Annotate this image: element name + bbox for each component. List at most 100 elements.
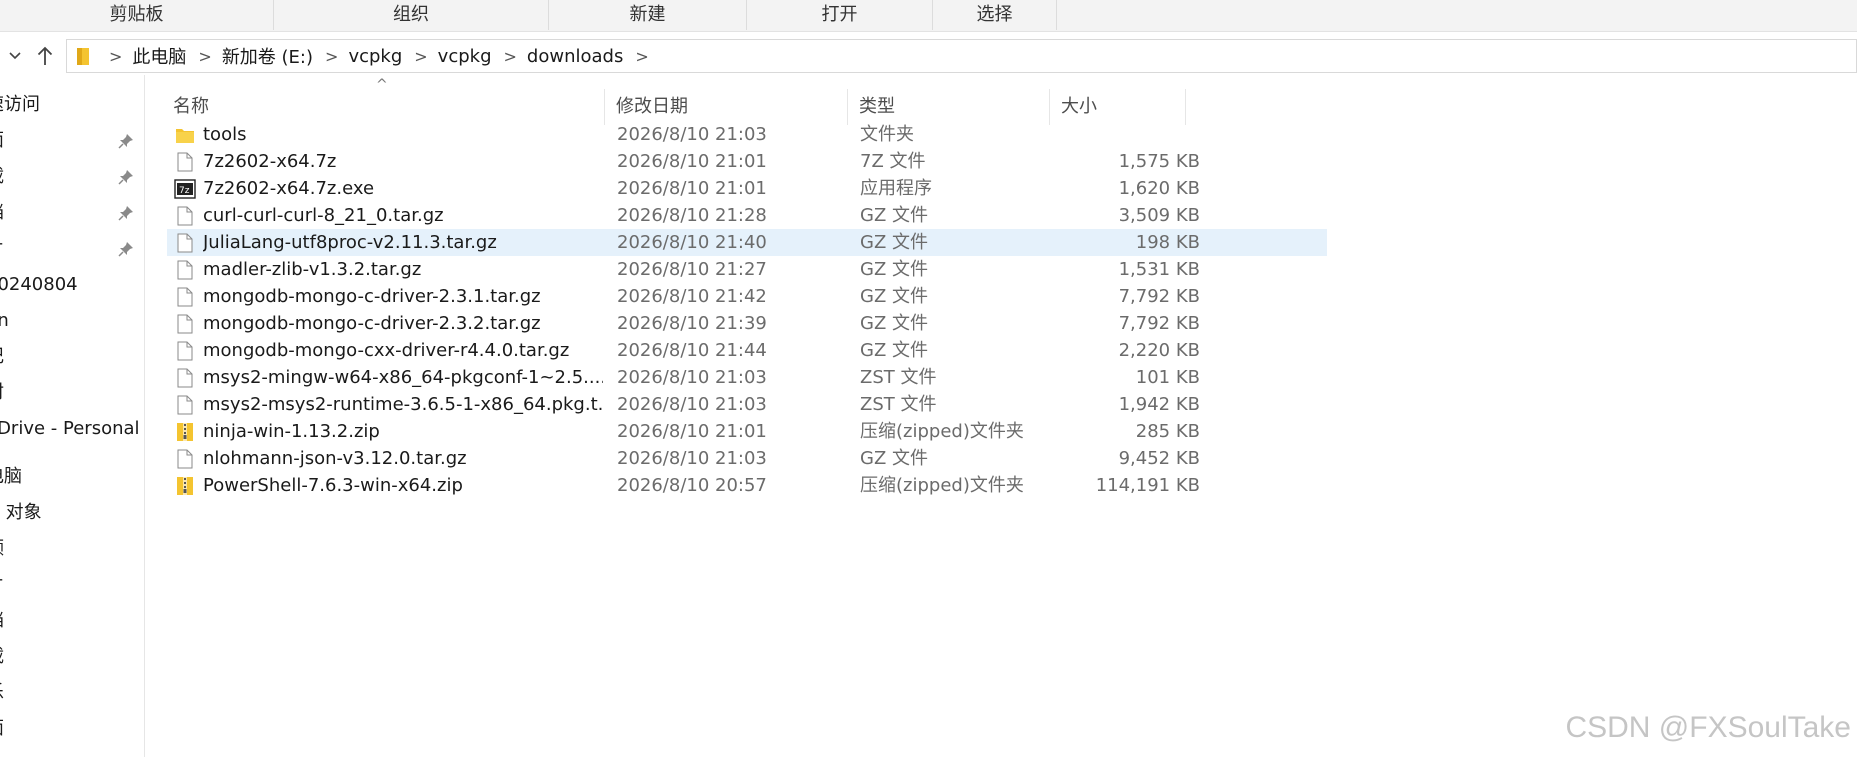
file-modified-date: 2026/8/10 21:01 bbox=[617, 421, 767, 442]
file-modified-date: 2026/8/10 21:03 bbox=[617, 394, 767, 415]
sidebar-item-label: 材 bbox=[0, 376, 4, 410]
file-name: nlohmann-json-v3.12.0.tar.gz bbox=[203, 448, 467, 469]
chevron-right-icon[interactable]: > bbox=[402, 47, 437, 66]
sidebar-item-label: 速访问 bbox=[0, 94, 40, 115]
chevron-right-icon[interactable]: > bbox=[313, 47, 348, 66]
sidebar-item[interactable]: 片 bbox=[0, 568, 144, 602]
ribbon-group-select: 选择 bbox=[933, 0, 1057, 30]
sidebar-item-label: 记 bbox=[0, 340, 4, 374]
file-name: msys2-msys2-runtime-3.6.5-1-x86_64.pkg.t… bbox=[203, 394, 603, 415]
file-row[interactable]: nlohmann-json-v3.12.0.tar.gz 2026/8/10 21… bbox=[167, 445, 1327, 472]
ribbon-group-bar: 剪贴板 组织 新建 打开 选择 bbox=[0, 0, 1857, 32]
7zip-app-icon: 7z bbox=[173, 175, 197, 202]
sidebar-item[interactable]: 片 bbox=[0, 232, 144, 266]
file-size: 2,220 KB bbox=[1118, 340, 1200, 361]
navigation-pane: 速访问面载档片20240804dn记材eDrive - Personal电脑D … bbox=[0, 75, 145, 757]
file-row[interactable]: PowerShell-7.6.3-win-x64.zip 2026/8/10 20… bbox=[167, 472, 1327, 499]
sidebar-item[interactable]: eDrive - Personal bbox=[0, 412, 144, 446]
sidebar-item[interactable]: 载 bbox=[0, 640, 144, 674]
sidebar-item[interactable]: 面 bbox=[0, 124, 144, 158]
zip-folder-icon bbox=[173, 418, 197, 445]
file-icon bbox=[173, 148, 197, 175]
sidebar-item[interactable]: 乐 bbox=[0, 676, 144, 710]
file-row[interactable]: msys2-msys2-runtime-3.6.5-1-x86_64.pkg.t… bbox=[167, 391, 1327, 418]
file-icon bbox=[173, 283, 197, 310]
file-modified-date: 2026/8/10 21:40 bbox=[617, 232, 767, 253]
file-size: 1,942 KB bbox=[1118, 394, 1200, 415]
file-row[interactable]: madler-zlib-v1.3.2.tar.gz 2026/8/10 21:27… bbox=[167, 256, 1327, 283]
sidebar-item[interactable]: 20240804 bbox=[0, 268, 144, 302]
sidebar-item[interactable]: 材 bbox=[0, 376, 144, 410]
pin-icon bbox=[118, 242, 133, 257]
file-size: 7,792 KB bbox=[1118, 313, 1200, 334]
sidebar-item-label: 片 bbox=[0, 232, 4, 266]
file-size: 114,191 KB bbox=[1095, 475, 1200, 496]
file-size: 1,531 KB bbox=[1118, 259, 1200, 280]
column-header-type[interactable]: 类型 bbox=[848, 89, 1050, 125]
file-name: JuliaLang-utf8proc-v2.11.3.tar.gz bbox=[203, 232, 497, 253]
pin-icon bbox=[118, 134, 133, 149]
breadcrumb-this-pc[interactable]: 此电脑 bbox=[132, 43, 186, 69]
file-icon bbox=[173, 391, 197, 418]
breadcrumb-vcpkg-inner[interactable]: vcpkg bbox=[438, 46, 492, 67]
file-row[interactable]: tools 2026/8/10 21:03 文件夹 bbox=[167, 121, 1327, 148]
file-name: ninja-win-1.13.2.zip bbox=[203, 421, 380, 442]
breadcrumb-downloads[interactable]: downloads bbox=[527, 46, 623, 67]
file-name: PowerShell-7.6.3-win-x64.zip bbox=[203, 475, 463, 496]
file-modified-date: 2026/8/10 21:27 bbox=[617, 259, 767, 280]
sidebar-item[interactable]: dn bbox=[0, 304, 144, 338]
chevron-right-icon[interactable]: > bbox=[186, 47, 221, 66]
file-size: 9,452 KB bbox=[1118, 448, 1200, 469]
breadcrumb-vcpkg[interactable]: vcpkg bbox=[348, 46, 402, 67]
ribbon-group-open: 打开 bbox=[747, 0, 933, 30]
file-type: 压缩(zipped)文件夹 bbox=[860, 475, 1024, 496]
file-row[interactable]: JuliaLang-utf8proc-v2.11.3.tar.gz 2026/8/… bbox=[167, 229, 1327, 256]
svg-text:7z: 7z bbox=[179, 186, 190, 196]
chevron-right-icon[interactable]: > bbox=[97, 47, 132, 66]
sidebar-item-label: eDrive - Personal bbox=[0, 418, 140, 439]
file-row[interactable]: ninja-win-1.13.2.zip 2026/8/10 21:01 压缩(zi… bbox=[167, 418, 1327, 445]
file-size: 101 KB bbox=[1135, 367, 1200, 388]
file-name: 7z2602-x64.7z bbox=[203, 151, 337, 172]
file-modified-date: 2026/8/10 21:01 bbox=[617, 151, 767, 172]
zip-folder-icon bbox=[173, 472, 197, 499]
file-row[interactable]: 7z 7z2602-x64.7z.exe 2026/8/10 21:01 应用程序 1,… bbox=[167, 175, 1327, 202]
file-row[interactable]: mongodb-mongo-c-driver-2.3.2.tar.gz 2026/… bbox=[167, 310, 1327, 337]
file-row[interactable]: curl-curl-curl-8_21_0.tar.gz 2026/8/10 21… bbox=[167, 202, 1327, 229]
file-row[interactable]: mongodb-mongo-cxx-driver-r4.4.0.tar.gz 20… bbox=[167, 337, 1327, 364]
address-bar[interactable]: > 此电脑 > 新加卷 (E:) > vcpkg > vcpkg > downl… bbox=[66, 39, 1857, 73]
sidebar-item-label: 档 bbox=[0, 196, 4, 230]
sidebar-item-label: 面 bbox=[0, 712, 4, 746]
up-button[interactable] bbox=[32, 41, 58, 71]
sidebar-item[interactable]: 载 bbox=[0, 160, 144, 194]
arrow-up-icon bbox=[37, 46, 53, 65]
sidebar-item[interactable]: 速访问 bbox=[0, 88, 144, 122]
sidebar-item[interactable]: 电脑 bbox=[0, 460, 144, 494]
file-row[interactable]: msys2-mingw-w64-x86_64-pkgconf-1~2.5....… bbox=[167, 364, 1327, 391]
column-header-size[interactable]: 大小 bbox=[1050, 89, 1186, 125]
sidebar-item-label: 面 bbox=[0, 124, 4, 158]
sidebar-item[interactable]: 记 bbox=[0, 340, 144, 374]
file-name: curl-curl-curl-8_21_0.tar.gz bbox=[203, 205, 444, 226]
file-row[interactable]: mongodb-mongo-c-driver-2.3.1.tar.gz 2026/… bbox=[167, 283, 1327, 310]
chevron-right-icon[interactable]: > bbox=[623, 47, 658, 66]
file-row[interactable]: 7z2602-x64.7z 2026/8/10 21:01 7Z 文件 1,575 K… bbox=[167, 148, 1327, 175]
sidebar-item[interactable]: D 对象 bbox=[0, 496, 144, 530]
sidebar-item[interactable]: 档 bbox=[0, 196, 144, 230]
sidebar-item[interactable]: 面 bbox=[0, 712, 144, 746]
breadcrumb-drive-e[interactable]: 新加卷 (E:) bbox=[222, 43, 313, 69]
chevron-right-icon[interactable]: > bbox=[492, 47, 527, 66]
sidebar-item[interactable]: 频 bbox=[0, 532, 144, 566]
file-modified-date: 2026/8/10 21:03 bbox=[617, 367, 767, 388]
column-header-name[interactable]: 名称 bbox=[145, 89, 605, 125]
pin-icon bbox=[118, 170, 133, 185]
file-type: 压缩(zipped)文件夹 bbox=[860, 421, 1024, 442]
sidebar-item-label: 载 bbox=[0, 160, 4, 194]
file-size: 1,620 KB bbox=[1118, 178, 1200, 199]
recent-locations-button[interactable] bbox=[2, 41, 28, 71]
sidebar-item[interactable]: 档 bbox=[0, 604, 144, 638]
file-type: GZ 文件 bbox=[860, 313, 929, 334]
file-type: ZST 文件 bbox=[860, 394, 937, 415]
folder-icon bbox=[173, 121, 197, 148]
column-header-date[interactable]: 修改日期 bbox=[605, 89, 848, 125]
